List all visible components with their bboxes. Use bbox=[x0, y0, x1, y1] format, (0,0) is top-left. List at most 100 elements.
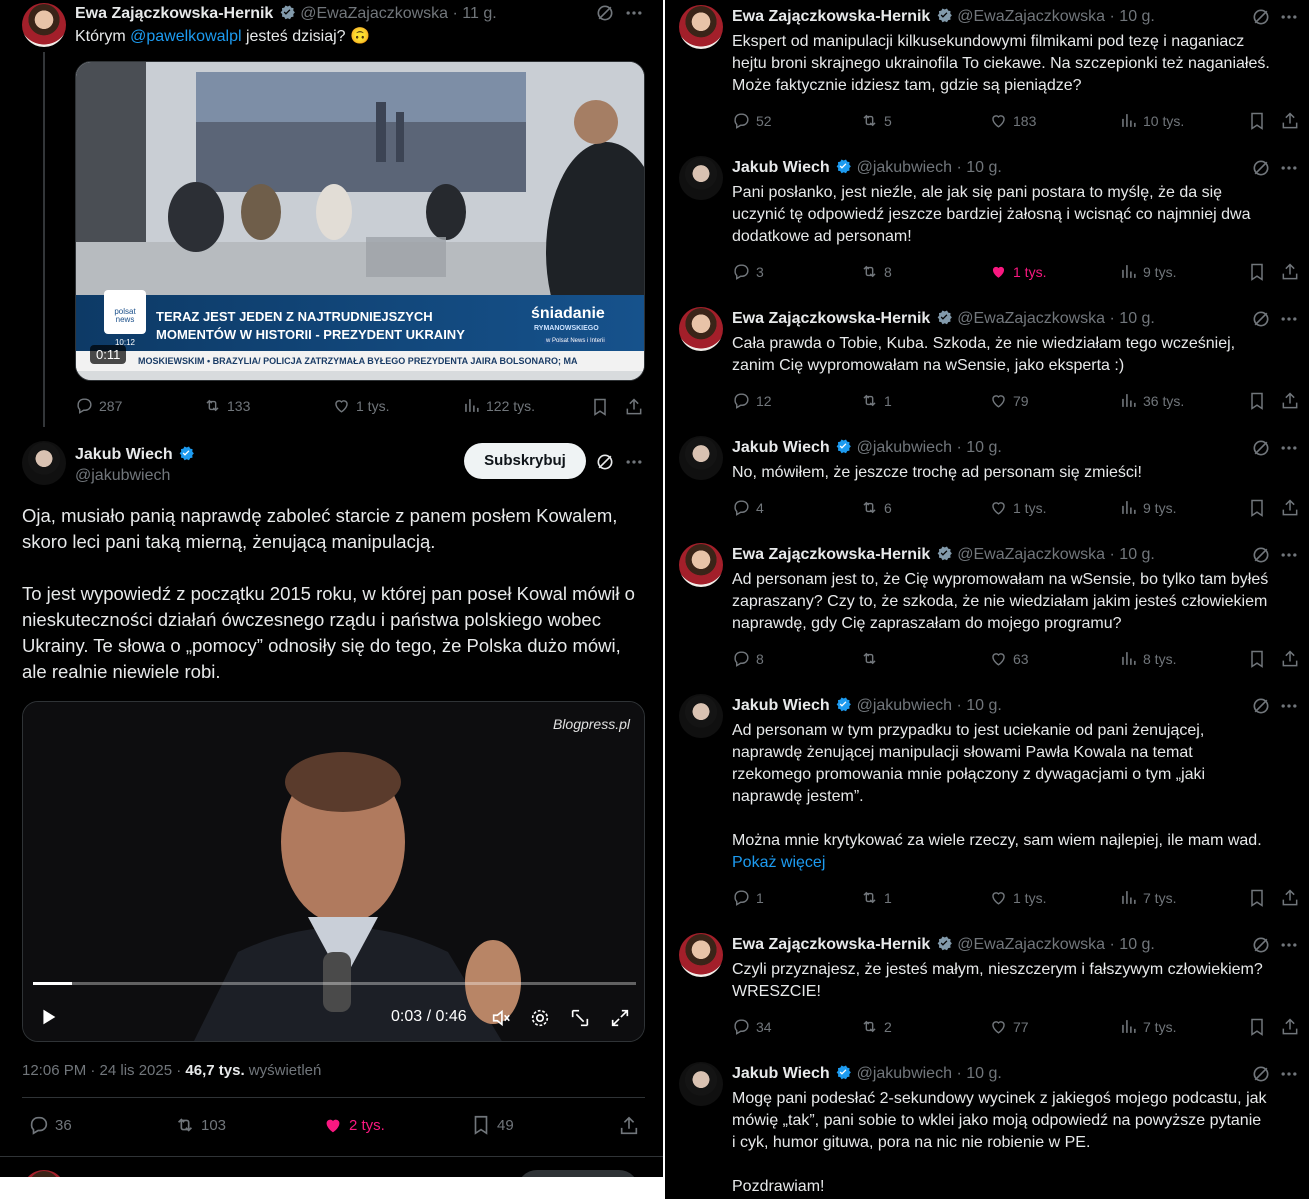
author-name[interactable]: Ewa Zajączkowska-Hernik bbox=[732, 936, 930, 953]
author-name[interactable]: Ewa Zajączkowska-Hernik bbox=[732, 546, 930, 563]
author-handle[interactable]: @jakubwiech bbox=[857, 159, 952, 176]
more-icon[interactable] bbox=[1279, 158, 1299, 178]
author-handle[interactable]: @EwaZajaczkowska bbox=[957, 936, 1105, 953]
repost-button[interactable] bbox=[860, 649, 884, 668]
views-button[interactable]: 9 tys. bbox=[1119, 498, 1176, 517]
more-icon[interactable] bbox=[1279, 1064, 1299, 1084]
author-handle[interactable]: @jakubwiech bbox=[857, 697, 952, 714]
views-button[interactable]: 7 tys. bbox=[1119, 1017, 1176, 1036]
bookmark-icon[interactable] bbox=[1247, 1017, 1267, 1037]
video-player[interactable]: Blogpress.pl 0:03 / 0:46 bbox=[22, 701, 645, 1042]
repost-button[interactable]: 103 bbox=[174, 1114, 226, 1136]
share-icon[interactable] bbox=[1280, 391, 1300, 411]
author-name[interactable]: Jakub Wiech bbox=[732, 1065, 830, 1082]
repost-button[interactable]: 6 bbox=[860, 498, 892, 517]
share-icon[interactable] bbox=[1280, 649, 1300, 669]
author-name[interactable]: Jakub Wiech bbox=[75, 446, 173, 463]
author-handle[interactable]: @jakubwiech bbox=[75, 467, 170, 485]
bookmark-icon[interactable] bbox=[1247, 111, 1267, 131]
author-name[interactable]: Jakub Wiech bbox=[732, 697, 830, 714]
share-icon[interactable] bbox=[618, 1115, 640, 1137]
reply-button[interactable]: 3 bbox=[732, 262, 764, 281]
settings-icon[interactable] bbox=[529, 1007, 551, 1029]
reply-button[interactable]: 8 bbox=[732, 649, 764, 668]
author-name[interactable]: Ewa Zajączkowska-Hernik bbox=[732, 310, 930, 327]
repost-button[interactable]: 1 bbox=[860, 391, 892, 410]
like-button[interactable]: 2 tys. bbox=[322, 1114, 385, 1136]
author-handle[interactable]: @jakubwiech bbox=[857, 439, 952, 456]
mention-link[interactable]: @pawelkowalpl bbox=[130, 28, 241, 45]
more-icon[interactable] bbox=[1279, 545, 1299, 565]
share-icon[interactable] bbox=[1280, 498, 1300, 518]
bookmark-icon[interactable] bbox=[1247, 649, 1267, 669]
tweet-time[interactable]: · 11 g. bbox=[453, 5, 497, 22]
pip-icon[interactable] bbox=[569, 1007, 591, 1029]
bookmark-button[interactable]: 49 bbox=[470, 1114, 514, 1136]
grok-icon[interactable] bbox=[1251, 696, 1271, 716]
repost-button[interactable]: 133 bbox=[203, 396, 250, 415]
avatar[interactable] bbox=[679, 933, 723, 977]
bookmark-icon[interactable] bbox=[1247, 391, 1267, 411]
reply-button[interactable]: 4 bbox=[732, 498, 764, 517]
share-icon[interactable] bbox=[1280, 262, 1300, 282]
more-icon[interactable] bbox=[624, 3, 644, 23]
grok-icon[interactable] bbox=[595, 452, 615, 472]
repost-button[interactable]: 8 bbox=[860, 262, 892, 281]
views-button[interactable]: 10 tys. bbox=[1119, 111, 1184, 130]
author-name[interactable]: Ewa Zajączkowska-Hernik bbox=[75, 5, 273, 22]
like-button[interactable]: 183 bbox=[989, 111, 1036, 130]
more-icon[interactable] bbox=[1279, 935, 1299, 955]
reply-button-partial[interactable] bbox=[517, 1170, 639, 1177]
grok-icon[interactable] bbox=[1251, 935, 1271, 955]
author-handle[interactable]: @EwaZajaczkowska bbox=[300, 5, 448, 22]
repost-button[interactable]: 1 bbox=[860, 888, 892, 907]
like-button[interactable]: 77 bbox=[989, 1017, 1029, 1036]
avatar[interactable] bbox=[679, 436, 723, 480]
play-icon[interactable] bbox=[37, 1006, 59, 1028]
reply-button[interactable]: 12 bbox=[732, 391, 772, 410]
tweet-time[interactable]: · 10 g. bbox=[956, 697, 1001, 714]
bookmark-icon[interactable] bbox=[1247, 888, 1267, 908]
timestamp-text[interactable]: 12:06 PM · 24 lis 2025 · bbox=[22, 1062, 185, 1079]
tweet-time[interactable]: · 10 g. bbox=[956, 1065, 1001, 1082]
author-name[interactable]: Ewa Zajączkowska-Hernik bbox=[732, 8, 930, 25]
tweet-time[interactable]: · 10 g. bbox=[1110, 310, 1155, 327]
share-icon[interactable] bbox=[1280, 888, 1300, 908]
grok-icon[interactable] bbox=[1251, 1064, 1271, 1084]
like-button[interactable]: 1 tys. bbox=[989, 498, 1046, 517]
author-handle[interactable]: @jakubwiech bbox=[857, 1065, 952, 1082]
show-more-link[interactable]: Pokaż więcej bbox=[732, 852, 1307, 874]
grok-icon[interactable] bbox=[1251, 158, 1271, 178]
reply-button[interactable]: 34 bbox=[732, 1017, 772, 1036]
avatar[interactable] bbox=[679, 1062, 723, 1106]
reply-button[interactable]: 287 bbox=[75, 396, 122, 415]
share-icon[interactable] bbox=[1280, 1017, 1300, 1037]
views-button[interactable]: 7 tys. bbox=[1119, 888, 1176, 907]
bookmark-icon[interactable] bbox=[1247, 498, 1267, 518]
avatar[interactable] bbox=[22, 1170, 66, 1177]
subscribe-button[interactable]: Subskrybuj bbox=[464, 443, 586, 479]
more-icon[interactable] bbox=[1279, 696, 1299, 716]
views-button[interactable]: 36 tys. bbox=[1119, 391, 1184, 410]
like-button[interactable]: 1 tys. bbox=[989, 888, 1046, 907]
repost-button[interactable]: 5 bbox=[860, 111, 892, 130]
avatar[interactable] bbox=[22, 3, 66, 47]
tweet-time[interactable]: · 10 g. bbox=[956, 439, 1001, 456]
author-name[interactable]: Jakub Wiech bbox=[732, 439, 830, 456]
tweet-time[interactable]: · 10 g. bbox=[956, 159, 1001, 176]
author-handle[interactable]: @EwaZajaczkowska bbox=[957, 310, 1105, 327]
avatar[interactable] bbox=[679, 156, 723, 200]
avatar[interactable] bbox=[679, 307, 723, 351]
share-icon[interactable] bbox=[1280, 111, 1300, 131]
reply-button[interactable]: 36 bbox=[28, 1114, 72, 1136]
like-button[interactable]: 1 tys. bbox=[989, 262, 1046, 281]
repost-button[interactable]: 2 bbox=[860, 1017, 892, 1036]
more-icon[interactable] bbox=[624, 452, 644, 472]
avatar[interactable] bbox=[22, 441, 66, 485]
video-player[interactable]: polsat news 10:12 TERAZ JEST JEDEN Z NAJ… bbox=[75, 61, 645, 381]
author-name[interactable]: Jakub Wiech bbox=[732, 159, 830, 176]
like-button[interactable]: 63 bbox=[989, 649, 1029, 668]
views-button[interactable]: 9 tys. bbox=[1119, 262, 1176, 281]
views-button[interactable]: 8 tys. bbox=[1119, 649, 1176, 668]
grok-icon[interactable] bbox=[1251, 545, 1271, 565]
